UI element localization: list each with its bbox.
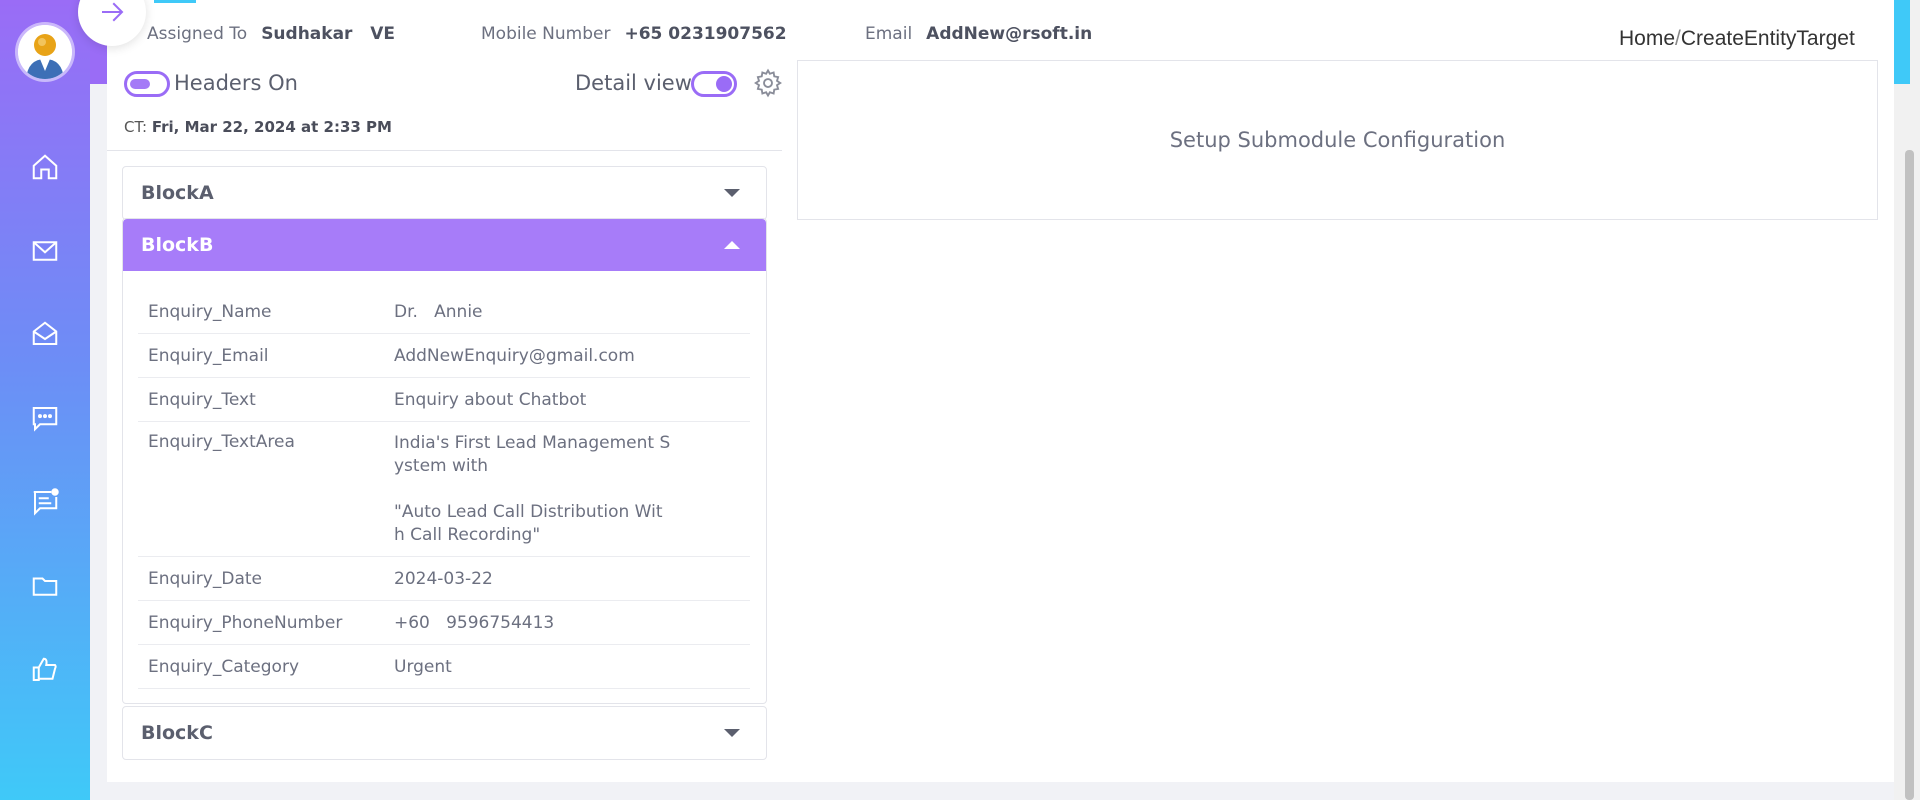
- block-b-header[interactable]: BlockB: [123, 219, 766, 271]
- field-label: Enquiry_Date: [148, 568, 262, 589]
- home-icon[interactable]: [28, 150, 62, 184]
- block-a-header[interactable]: BlockA: [123, 167, 766, 219]
- detail-view-toggle[interactable]: [691, 71, 737, 97]
- field-row: Enquiry_PhoneNumber +60 9596754413: [138, 601, 750, 645]
- assigned-to: Assigned To Sudhakar VE: [147, 24, 395, 44]
- field-row: Enquiry_Name Dr. Annie: [138, 290, 750, 334]
- scrollbar-accent: [1894, 0, 1910, 84]
- textarea-line: h Call Recording": [394, 525, 541, 545]
- mobile-value: +65 0231907562: [624, 24, 787, 44]
- progress-line: [154, 0, 196, 3]
- feedback-icon[interactable]: [28, 485, 62, 519]
- field-row: Enquiry_Category Urgent: [138, 645, 750, 689]
- setup-submodule-panel[interactable]: Setup Submodule Configuration: [797, 60, 1878, 220]
- mobile-label: Mobile Number: [481, 24, 611, 44]
- chevron-down-icon: [724, 189, 740, 197]
- field-value: +60 9596754413: [394, 612, 555, 633]
- textarea-line: India's First Lead Management S: [394, 433, 671, 453]
- field-label: Enquiry_PhoneNumber: [148, 612, 343, 633]
- block-b-fields: Enquiry_Name Dr. Annie Enquiry_Email Add…: [138, 290, 750, 689]
- assigned-value: Sudhakar VE: [261, 24, 395, 44]
- breadcrumb-page: CreateEntityTarget: [1680, 27, 1855, 50]
- ct-value: Fri, Mar 22, 2024 at 2:33 PM: [151, 118, 392, 136]
- scrollbar-thumb[interactable]: [1905, 150, 1914, 800]
- textarea-line: ystem with: [394, 456, 489, 476]
- ct-prefix: CT:: [124, 118, 148, 136]
- chevron-up-icon: [724, 241, 740, 249]
- textarea-line: [394, 478, 684, 501]
- setup-submodule-text: Setup Submodule Configuration: [1169, 128, 1506, 152]
- email: Email AddNew@rsoft.in: [865, 24, 1092, 44]
- field-label: Enquiry_Email: [148, 345, 269, 366]
- field-row: Enquiry_Email AddNewEnquiry@gmail.com: [138, 334, 750, 378]
- mobile-number: Mobile Number +65 0231907562: [481, 24, 787, 44]
- mail-icon[interactable]: [28, 234, 62, 268]
- breadcrumb: Home/CreateEntityTarget: [1619, 27, 1855, 51]
- assigned-label: Assigned To: [147, 24, 248, 44]
- field-value: Dr. Annie: [394, 301, 483, 322]
- divider: [107, 150, 782, 151]
- field-label: Enquiry_Text: [148, 389, 256, 410]
- folder-icon[interactable]: [28, 569, 62, 603]
- thumbs-up-icon[interactable]: [28, 653, 62, 687]
- field-value: 2024-03-22: [394, 568, 493, 589]
- textarea-line: "Auto Lead Call Distribution Wit: [394, 502, 663, 522]
- email-value: AddNew@rsoft.in: [926, 24, 1093, 44]
- block-b-title: BlockB: [141, 234, 214, 256]
- block-c: BlockC: [122, 706, 767, 760]
- field-value: AddNewEnquiry@gmail.com: [394, 345, 635, 366]
- current-time: CT: Fri, Mar 22, 2024 at 2:33 PM: [124, 118, 392, 136]
- email-label: Email: [865, 24, 913, 44]
- block-a: BlockA: [122, 166, 767, 220]
- sidebar: [0, 0, 90, 800]
- gear-icon[interactable]: [753, 68, 783, 98]
- block-a-title: BlockA: [141, 182, 214, 204]
- breadcrumb-home[interactable]: Home: [1619, 27, 1675, 50]
- field-label: Enquiry_TextArea: [148, 432, 295, 452]
- arrow-right-icon: [102, 2, 124, 22]
- chevron-down-icon: [724, 729, 740, 737]
- detail-view-label: Detail view: [575, 71, 692, 95]
- block-c-header[interactable]: BlockC: [123, 707, 766, 759]
- field-value: Urgent: [394, 656, 452, 677]
- mail-open-icon[interactable]: [28, 317, 62, 351]
- field-row: Enquiry_Text Enquiry about Chatbot: [138, 378, 750, 422]
- headers-toggle[interactable]: [124, 71, 170, 97]
- headers-toggle-label: Headers On: [174, 71, 298, 95]
- field-row: Enquiry_Date 2024-03-22: [138, 557, 750, 601]
- block-c-title: BlockC: [141, 722, 213, 744]
- field-label: Enquiry_Name: [148, 301, 272, 322]
- field-row: Enquiry_TextArea India's First Lead Mana…: [138, 422, 750, 557]
- user-avatar[interactable]: [18, 25, 72, 79]
- chat-icon[interactable]: [28, 401, 62, 435]
- field-value: India's First Lead Management S ystem wi…: [394, 432, 684, 547]
- field-label: Enquiry_Category: [148, 656, 300, 677]
- field-value: Enquiry about Chatbot: [394, 389, 587, 410]
